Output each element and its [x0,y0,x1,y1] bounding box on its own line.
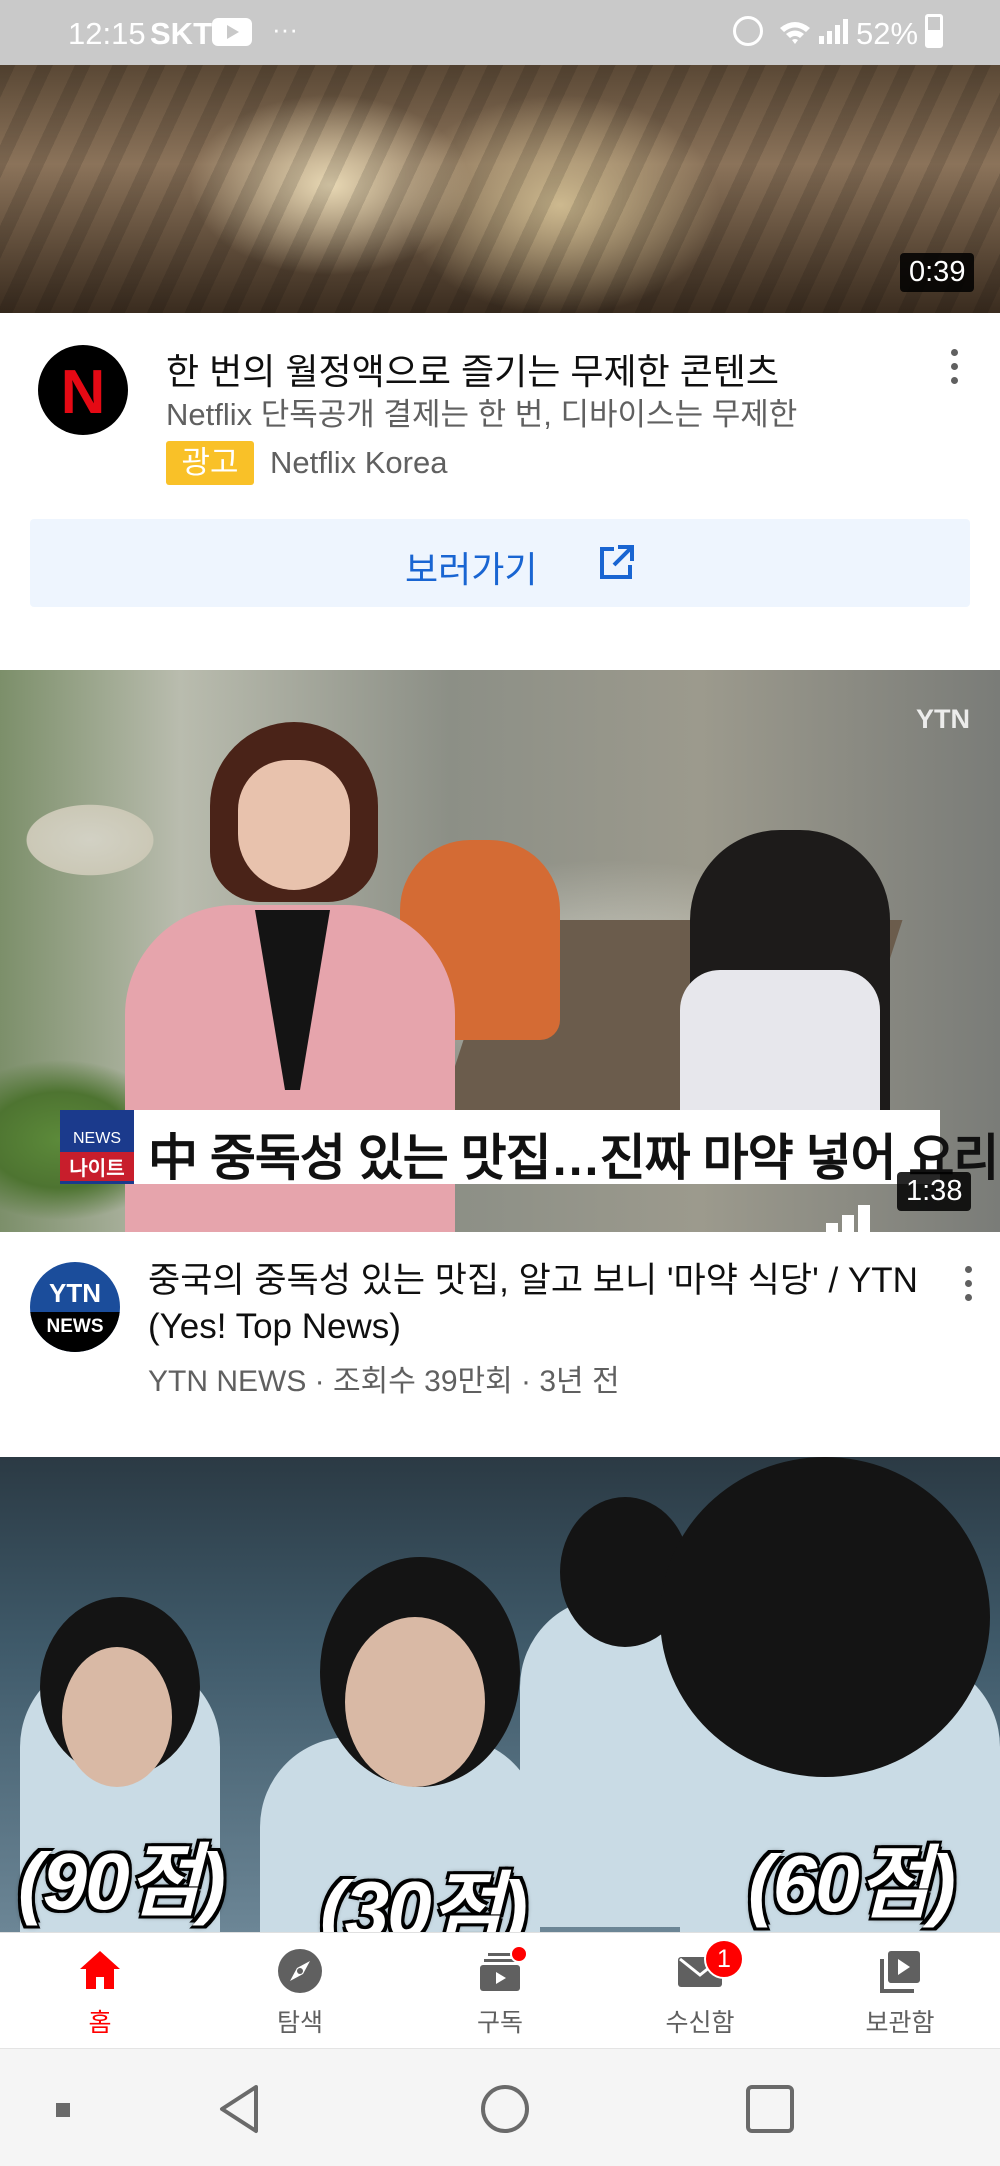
nav-inbox[interactable]: 1 수신함 [600,1933,800,2049]
video-meta: YTN NEWS · 조회수 39만회 · 3년 전 [148,1365,620,1398]
thumbnail-person-face [345,1617,485,1787]
home-button-icon[interactable] [475,2079,535,2139]
ad-description: Netflix 단독공개 결제는 한 번, 디바이스는 무제한 [166,397,798,432]
status-time: 12:15 [68,16,146,51]
status-carrier: SKT [150,16,212,51]
new-content-dot [510,1945,528,1963]
thumbnail-anchor-face [238,760,350,890]
netflix-logo-letter: N [60,358,106,427]
youtube-notification-icon [212,18,252,46]
recent-apps-icon[interactable] [740,2079,800,2139]
nav-subscriptions[interactable]: 구독 [400,1933,600,2049]
news-logo-top: NEWS [73,1130,121,1147]
ad-cta-label: 보러가기 [405,549,538,590]
nav-library[interactable]: 보관함 [800,1933,1000,2049]
advertiser-name: Netflix Korea [270,445,448,480]
nav-home-label: 홈 [88,2009,112,2037]
video-details: YTN NEWS 중국의 중독성 있는 맛집, 알고 보니 '마약 식당' / … [0,1232,1000,1452]
bottom-navigation: 홈 탐색 구독 1 수신함 보관함 [0,1932,1000,2048]
inbox-badge-count: 1 [704,1939,744,1979]
video-title[interactable]: 중국의 중독성 있는 맛집, 알고 보니 '마약 식당' / YTN (Yes!… [148,1258,928,1350]
video-thumbnail[interactable]: YTN NEWS 나이트 中 중독성 있는 맛집…진짜 마약 넣어 요리 1:3… [0,670,1000,1232]
alarm-icon [733,16,763,46]
thumbnail-score-right: (60점) [748,1839,956,1928]
external-link-icon [600,545,634,579]
signal-bars-icon [826,1205,874,1232]
more-options-icon[interactable] [948,347,960,387]
youtube-app-screen: 12:15 SKT ··· 52% 0:39 N 한 번의 월정액으로 즐기는 … [0,0,1000,2166]
library-icon [880,1951,920,1993]
compass-icon [278,1949,322,1993]
thumbnail-image [0,65,1000,313]
status-bar: 12:15 SKT ··· 52% [0,0,1000,65]
signal-icon [819,19,848,44]
thumbnail-person-face [62,1647,172,1787]
nav-home[interactable]: 홈 [0,1933,200,2049]
thumbnail-bowls [0,780,190,950]
system-navigation-bar [0,2048,1000,2166]
nav-inbox-label: 수신함 [665,2009,735,2037]
video-duration: 0:39 [900,253,975,292]
nav-subscriptions-label: 구독 [476,2009,523,2037]
ad-details: N 한 번의 월정액으로 즐기는 무제한 콘텐츠 Netflix 단독공개 결제… [0,313,1000,653]
netflix-logo-avatar[interactable]: N [38,345,128,435]
battery-icon [925,14,943,48]
thumbnail-person-hair [660,1457,990,1777]
ad-video-thumbnail[interactable]: 0:39 [0,65,1000,313]
channel-avatar[interactable]: YTN NEWS [30,1262,120,1352]
thumbnail-score-left: (90점) [18,1837,226,1926]
news-program-logo: NEWS 나이트 [60,1110,134,1184]
channel-avatar-bottom: NEWS [30,1312,120,1352]
back-icon[interactable] [210,2079,270,2139]
nav-explore-label: 탐색 [276,2009,323,2037]
channel-watermark: YTN [916,704,970,734]
video-thumbnail[interactable]: (90점) (30점) (60점) [0,1457,1000,1932]
news-caption-text: 中 중독성 있는 맛집…진짜 마약 넣어 요리 [148,1130,999,1186]
thumbnail-score-center: (30점) [320,1865,528,1932]
ad-badge: 광고 [166,441,254,485]
home-icon [80,1951,120,1989]
nav-explore[interactable]: 탐색 [200,1933,400,2049]
channel-avatar-top: YTN [49,1278,101,1308]
news-caption-bar: NEWS 나이트 中 중독성 있는 맛집…진짜 마약 넣어 요리 [60,1110,999,1186]
ad-cta-button[interactable]: 보러가기 [30,519,970,607]
nav-library-label: 보관함 [865,2009,935,2037]
battery-percentage: 52% [856,16,919,51]
ad-title[interactable]: 한 번의 월정액으로 즐기는 무제한 콘텐츠 [166,343,779,395]
more-options-icon[interactable] [962,1264,974,1304]
more-notifications-icon: ··· [272,14,298,44]
recent-dot-icon[interactable] [32,2079,92,2139]
wifi-icon [780,22,810,44]
news-logo-bottom: 나이트 [60,1152,134,1181]
video-duration: 1:38 [897,1172,972,1211]
